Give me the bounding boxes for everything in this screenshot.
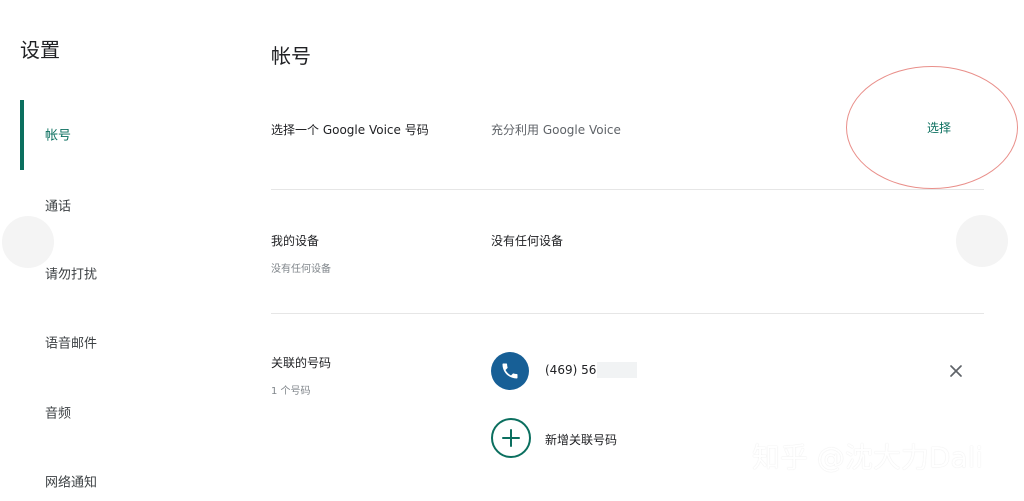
section-divider [271, 189, 984, 190]
sidebar-item-accounts[interactable]: 帐号 [0, 114, 220, 154]
devices-sublabel: 没有任何设备 [271, 264, 331, 275]
devices-label: 我的设备 [271, 234, 320, 248]
page-title: 帐号 [271, 44, 311, 68]
add-linked-number-label: 新增关联号码 [545, 433, 618, 447]
linked-numbers-sublabel: 1 个号码 [271, 386, 311, 397]
sidebar-item-audio[interactable]: 音频 [0, 392, 220, 432]
close-icon[interactable] [947, 362, 965, 380]
sidebar-title: 设置 [20, 38, 60, 62]
linked-numbers-label: 关联的号码 [271, 356, 332, 370]
sidebar-item-label: 帐号 [45, 128, 72, 144]
watermark: 知乎 @沈大力Dali [752, 441, 984, 474]
choose-number-description: 充分利用 Google Voice [491, 123, 621, 137]
sidebar-item-web-notifications[interactable]: 网络通知 [0, 461, 220, 501]
section-divider [271, 313, 984, 314]
sidebar-item-label: 音频 [45, 406, 72, 422]
scroll-left-hint [2, 216, 54, 268]
annotation-circle [846, 66, 1018, 189]
devices-description: 没有任何设备 [491, 234, 564, 248]
sidebar-item-label: 请勿打扰 [45, 267, 98, 283]
sidebar-item-label: 网络通知 [45, 475, 98, 491]
add-icon[interactable] [491, 418, 531, 458]
redacted-number-segment [597, 362, 637, 378]
sidebar-item-label: 语音邮件 [45, 336, 98, 352]
sidebar-item-label: 通话 [45, 199, 72, 215]
sidebar-item-voicemail[interactable]: 语音邮件 [0, 322, 220, 362]
phone-icon [491, 352, 529, 390]
scroll-right-hint [956, 215, 1008, 267]
choose-number-label: 选择一个 Google Voice 号码 [271, 123, 429, 137]
